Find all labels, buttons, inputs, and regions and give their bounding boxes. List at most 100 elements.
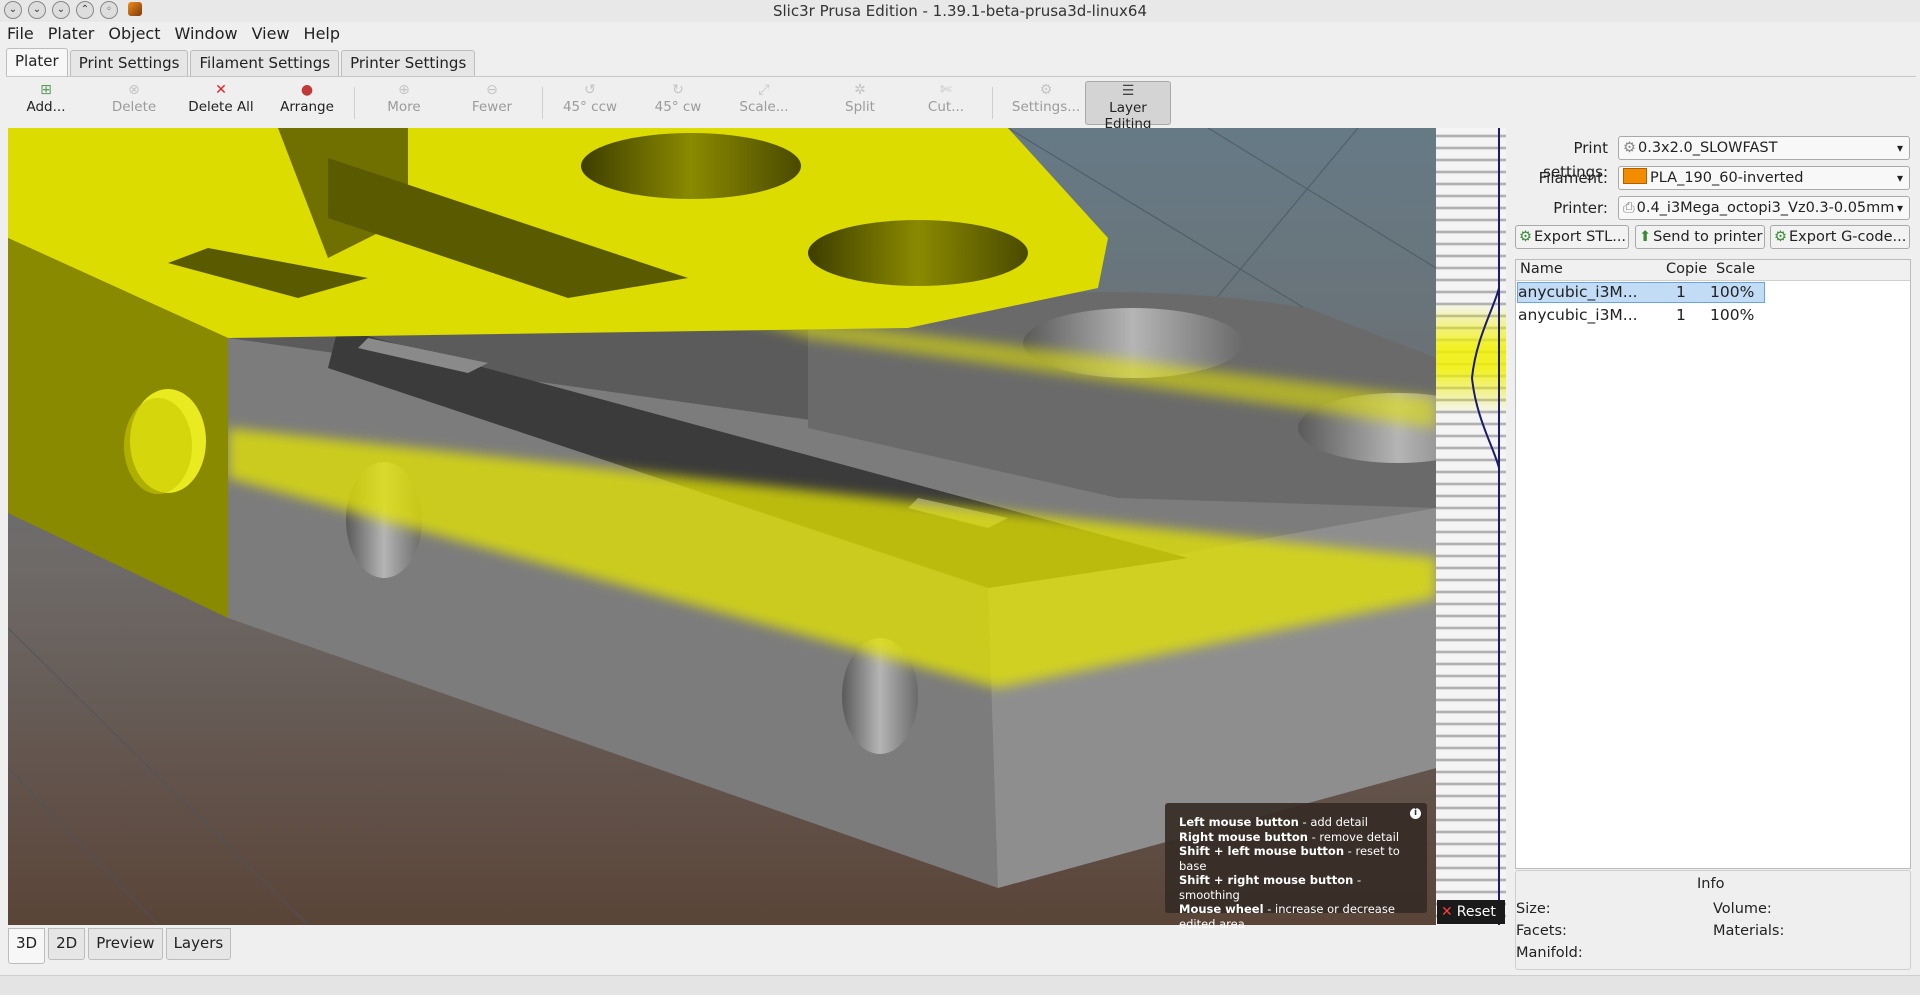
menu-plater[interactable]: Plater	[41, 22, 102, 46]
export-gcode-label: Export G-code...	[1789, 229, 1907, 245]
print-settings-select[interactable]: ⚙ 0.3x2.0_SLOWFAST ▾	[1618, 136, 1910, 160]
tab-preview[interactable]: Preview	[88, 928, 163, 960]
tab-filament-settings[interactable]: Filament Settings	[190, 50, 340, 77]
printer-label: Printer:	[1553, 199, 1608, 217]
rotate-ccw-button[interactable]: ↺ 45° ccw	[554, 81, 626, 123]
plater-toolbar: ⊞ Add... ⊗ Delete ✕ Delete All ● Arrange ⊕ Mo…	[6, 76, 1916, 132]
toolbar-separator	[992, 87, 993, 119]
object-name: anycubic_i3M...	[1518, 283, 1638, 301]
reset-label: Reset	[1456, 904, 1496, 920]
menu-bar: File Plater Object Window View Help	[0, 22, 1920, 46]
tab-print-settings[interactable]: Print Settings	[69, 50, 189, 77]
gear-icon: ⚙	[1039, 82, 1053, 98]
toolbar-separator	[542, 87, 543, 119]
export-stl-label: Export STL...	[1534, 229, 1627, 245]
list-item[interactable]: anycubic_i3M... 1 100%	[1516, 304, 1910, 327]
tab-3d[interactable]: 3D	[8, 928, 46, 964]
main-tabs: Plater Print Settings Filament Settings …	[6, 48, 476, 77]
rotate-cw-label: 45° cw	[654, 99, 702, 115]
rotate-ccw-icon: ↺	[584, 82, 596, 98]
menu-file[interactable]: File	[0, 22, 41, 46]
add-button[interactable]: ⊞ Add...	[10, 81, 82, 123]
split-button[interactable]: ✲ Split	[824, 81, 896, 123]
tab-plater[interactable]: Plater	[6, 48, 68, 77]
fewer-button[interactable]: ⊖ Fewer	[456, 81, 528, 123]
delete-all-button[interactable]: ✕ Delete All	[185, 81, 257, 123]
scale-button[interactable]: ⤢ Scale...	[728, 81, 800, 123]
menu-help[interactable]: Help	[297, 22, 347, 46]
tab-layers[interactable]: Layers	[165, 928, 232, 960]
info-facets-label: Facets:	[1516, 923, 1567, 939]
menu-object[interactable]: Object	[101, 22, 167, 46]
send-to-printer-label: Send to printer	[1653, 229, 1763, 245]
object-scale: 100%	[1710, 283, 1755, 301]
fewer-icon: ⊖	[486, 82, 498, 98]
delete-label: Delete	[111, 99, 157, 115]
send-to-printer-button[interactable]: ⬆ Send to printer	[1635, 225, 1765, 249]
info-size-label: Size:	[1516, 901, 1551, 917]
info-manifold-label: Manifold:	[1516, 945, 1583, 961]
object-list-header: Name Copie Scale	[1516, 260, 1910, 281]
list-item[interactable]: anycubic_i3M... 1 100%	[1516, 281, 1910, 304]
more-icon: ⊕	[398, 82, 410, 98]
cut-label: Cut...	[927, 99, 965, 115]
menu-window[interactable]: Window	[167, 22, 244, 46]
info-volume-label: Volume:	[1713, 901, 1772, 917]
view-tabs: 3D 2D Preview Layers	[8, 928, 232, 964]
layer-editing-icon: ☰	[1121, 83, 1135, 99]
add-label: Add...	[26, 99, 66, 115]
scale-icon: ⤢	[758, 82, 770, 98]
layer-editing-button[interactable]: ☰ Layer Editing	[1085, 81, 1171, 132]
column-name[interactable]: Name	[1520, 261, 1563, 277]
print-settings-row: Print settings: ⚙ 0.3x2.0_SLOWFAST ▾	[1512, 136, 1912, 181]
fewer-label: Fewer	[471, 99, 513, 115]
export-stl-button[interactable]: ⚙ Export STL...	[1515, 225, 1629, 249]
arrange-icon: ●	[300, 82, 314, 98]
layer-height-base-line	[1498, 128, 1500, 925]
column-copies[interactable]: Copie	[1666, 261, 1707, 277]
rotate-cw-icon: ↻	[672, 82, 684, 98]
printer-select[interactable]: ⎙ 0.4_i3Mega_octopi3_Vz0.3-0.05mm ▾	[1618, 196, 1910, 220]
help-text-wheel-cont: edited area	[1179, 916, 1245, 931]
split-icon: ✲	[854, 82, 866, 98]
rotate-cw-button[interactable]: ↻ 45° cw	[642, 81, 714, 123]
more-button[interactable]: ⊕ More	[368, 81, 440, 123]
filament-value: PLA_190_60-inverted	[1650, 170, 1804, 186]
info-icon: i	[1410, 808, 1421, 819]
toolbar-separator	[354, 87, 355, 119]
object-settings-button[interactable]: ⚙ Settings...	[1004, 81, 1088, 123]
title-bar: ⌄ ⌄ ⌄ ⌃ ◦ Slic3r Prusa Edition - 1.39.1-…	[0, 0, 1920, 22]
printer-icon: ⎙	[1623, 200, 1635, 216]
arrange-label: Arrange	[280, 99, 334, 115]
tab-2d[interactable]: 2D	[48, 928, 86, 960]
export-stl-icon: ⚙	[1519, 229, 1532, 245]
filament-color-swatch	[1623, 168, 1647, 184]
filament-select[interactable]: PLA_190_60-inverted ▾	[1618, 166, 1910, 190]
cut-icon: ✄	[940, 82, 952, 98]
delete-button[interactable]: ⊗ Delete	[98, 81, 170, 123]
object-list[interactable]: Name Copie Scale anycubic_i3M... 1 100% …	[1515, 259, 1911, 869]
arrange-button[interactable]: ● Arrange	[271, 81, 343, 123]
print-settings-value: 0.3x2.0_SLOWFAST	[1638, 140, 1778, 156]
chevron-down-icon: ▾	[1896, 141, 1903, 155]
tab-printer-settings[interactable]: Printer Settings	[341, 50, 476, 77]
reset-layer-height-button[interactable]: ✕ Reset	[1437, 900, 1505, 924]
help-key-shift-left: Shift + left mouse button	[1179, 844, 1345, 858]
layer-height-bar[interactable]	[1436, 128, 1506, 925]
export-gcode-button[interactable]: ⚙ Export G-code...	[1770, 225, 1910, 249]
layer-editing-help: i Left mouse button - add detail Right m…	[1165, 803, 1427, 931]
layer-height-profile	[1470, 287, 1500, 469]
object-name: anycubic_i3M...	[1518, 306, 1638, 324]
gear-icon: ⚙	[1623, 140, 1636, 156]
column-scale[interactable]: Scale	[1716, 261, 1755, 277]
help-text-right: - remove detail	[1307, 829, 1400, 844]
info-panel: Info Size: Volume: Facets: Materials: Ma…	[1515, 870, 1911, 970]
menu-view[interactable]: View	[245, 22, 297, 46]
cut-button[interactable]: ✄ Cut...	[910, 81, 982, 123]
add-icon: ⊞	[40, 82, 52, 98]
object-scale: 100%	[1710, 306, 1755, 324]
rotate-ccw-label: 45° ccw	[562, 99, 618, 115]
object-copies: 1	[1676, 283, 1686, 301]
printer-row: Printer: ⎙ 0.4_i3Mega_octopi3_Vz0.3-0.05m…	[1512, 196, 1912, 220]
split-label: Split	[845, 99, 875, 115]
